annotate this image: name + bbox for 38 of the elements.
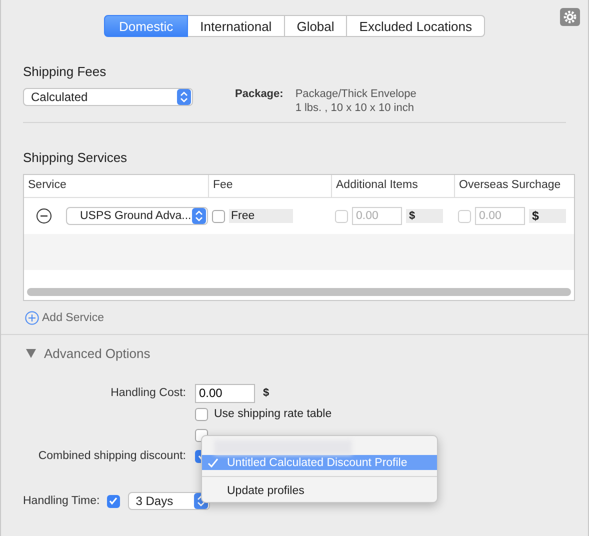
checkbox[interactable] xyxy=(106,494,120,508)
service-select[interactable]: USPS Ground Adva... xyxy=(66,207,208,225)
column-header: Additional Items xyxy=(331,175,454,197)
stepper-icon xyxy=(177,89,191,105)
column-header: Service xyxy=(27,178,68,193)
tab[interactable]: Global xyxy=(284,15,348,37)
handling-cost-field[interactable]: 0.00 xyxy=(195,384,255,402)
checkbox-label: Use shipping rate table xyxy=(214,408,332,420)
section-heading: Shipping Services xyxy=(23,150,128,165)
section-heading[interactable]: Advanced Options xyxy=(44,346,150,361)
scrollbar[interactable] xyxy=(27,288,571,296)
fee-method-select[interactable]: Calculated xyxy=(23,88,193,106)
field-label: Combined shipping discount: xyxy=(37,450,186,462)
tab[interactable]: Excluded Locations xyxy=(347,15,486,37)
settings-icon[interactable] xyxy=(560,8,580,26)
currency-label: $ xyxy=(406,209,443,223)
fee-value: Free xyxy=(229,209,293,223)
remove-icon[interactable] xyxy=(36,208,52,224)
column-header: Fee xyxy=(208,175,331,197)
add-icon[interactable] xyxy=(25,311,39,325)
currency-label: $ xyxy=(529,209,566,223)
package-label: Package: xyxy=(235,88,284,100)
checkbox[interactable] xyxy=(195,408,208,420)
column-header: Overseas Surchage xyxy=(454,175,574,197)
disclosure-triangle-icon[interactable] xyxy=(26,349,36,358)
currency-label: $ xyxy=(263,387,270,399)
package-detail: Package/Thick Envelope xyxy=(295,88,416,100)
add-service-link[interactable]: Add Service xyxy=(42,312,104,324)
field-label: Handling Time: xyxy=(23,495,100,507)
field-label: Handling Cost: xyxy=(110,387,186,399)
tab[interactable]: International xyxy=(188,15,285,37)
checkbox[interactable] xyxy=(458,210,471,222)
checkbox[interactable] xyxy=(212,210,225,222)
handling-time-select[interactable]: 3 Days xyxy=(128,492,210,510)
checkbox[interactable] xyxy=(335,210,348,222)
section-heading: Shipping Fees xyxy=(23,64,108,79)
stepper-icon xyxy=(192,208,206,224)
package-detail: 1 lbs. , 10 x 10 x 10 inch xyxy=(295,102,415,114)
